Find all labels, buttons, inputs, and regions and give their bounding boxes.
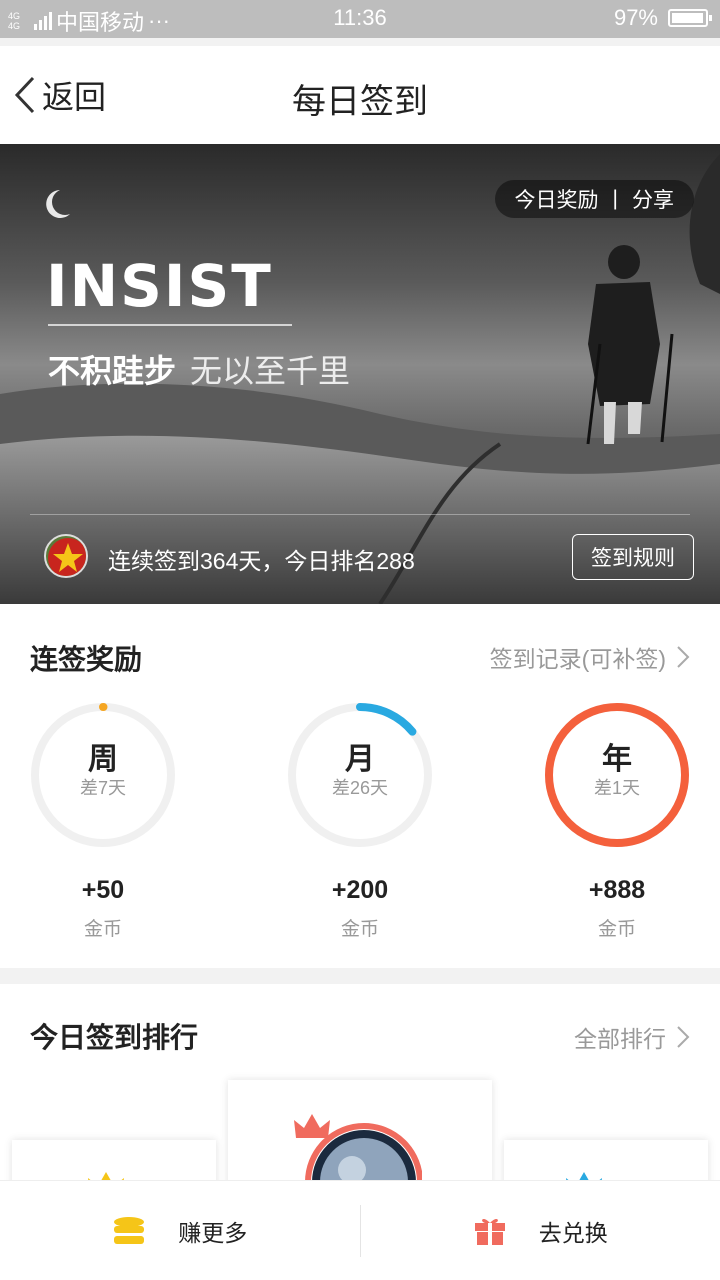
nav-bar: 返回 每日签到 bbox=[0, 46, 720, 144]
banner-headline: INSIST bbox=[46, 252, 273, 320]
bottom-action-bar: 赚更多 去兑换 bbox=[0, 1180, 720, 1280]
streak-rank-text: 连续签到364天，今日排名288 bbox=[108, 548, 415, 574]
reward-amount: +50 bbox=[81, 876, 125, 904]
chevron-right-icon bbox=[677, 646, 690, 668]
reward-unit: 金币 bbox=[597, 919, 636, 940]
record-link-label: 签到记录(可补签) bbox=[489, 646, 666, 672]
earn-more-button[interactable]: 赚更多 bbox=[0, 1181, 360, 1280]
page-title: 每日签到 bbox=[292, 83, 428, 121]
checkin-record-link[interactable]: 签到记录(可补签) bbox=[490, 640, 690, 674]
moon-icon bbox=[46, 190, 70, 218]
section-title: 今日签到排行 bbox=[30, 1022, 199, 1053]
reward-period-label: 月 bbox=[345, 743, 375, 776]
gift-icon bbox=[474, 1218, 505, 1245]
crown-icon bbox=[294, 1114, 330, 1138]
chevron-right-icon bbox=[677, 1026, 690, 1048]
reward-unit: 金币 bbox=[340, 919, 379, 940]
reward-share-pill: 今日奖励 | 分享 bbox=[494, 180, 694, 218]
section-title: 连签奖励 bbox=[30, 644, 143, 675]
status-right: 97% bbox=[613, 5, 712, 31]
checkin-rules-button[interactable]: 签到规则 bbox=[572, 534, 694, 580]
reward-unit: 金币 bbox=[83, 919, 122, 940]
clock: 11:36 bbox=[333, 5, 387, 30]
reward-ring-year[interactable]: 年 差1天 bbox=[542, 700, 692, 850]
reward-remaining: 差1天 bbox=[593, 778, 640, 798]
reward-remaining: 差7天 bbox=[79, 778, 126, 798]
user-badge-avatar bbox=[44, 534, 88, 578]
reward-remaining: 差26天 bbox=[331, 778, 389, 798]
motto-bold: 不积跬步 bbox=[48, 353, 177, 389]
banner-motto: 不积跬步 无以至千里 bbox=[48, 346, 350, 392]
motto-rest: 无以至千里 bbox=[190, 353, 351, 389]
share-link[interactable]: 分享 bbox=[632, 184, 674, 214]
reward-period-label: 周 bbox=[88, 743, 118, 776]
battery-icon bbox=[668, 9, 712, 27]
exchange-label: 去兑换 bbox=[538, 1219, 608, 1246]
checkin-banner: 今日奖励 | 分享 INSIST 不积跬步 无以至千里 连续签到364天，今日排名… bbox=[0, 144, 720, 604]
all-ranking-label: 全部排行 bbox=[574, 1026, 666, 1052]
status-bar: 4G 4G 中国移动 ··· 11:36 97% bbox=[0, 0, 720, 38]
pill-separator: | bbox=[612, 187, 618, 210]
battery-percent: 97% bbox=[613, 5, 658, 30]
reward-ring-week[interactable]: 周 差7天 bbox=[28, 700, 178, 850]
all-ranking-link[interactable]: 全部排行 bbox=[574, 1020, 690, 1054]
earn-more-label: 赚更多 bbox=[178, 1219, 248, 1246]
reward-period-label: 年 bbox=[602, 743, 632, 776]
reward-ring-month[interactable]: 月 差26天 bbox=[285, 700, 435, 850]
coins-icon bbox=[114, 1216, 145, 1244]
headline-underline bbox=[48, 324, 292, 326]
reward-amount: +888 bbox=[588, 876, 646, 904]
reward-amount: +200 bbox=[331, 876, 389, 904]
banner-divider bbox=[30, 514, 690, 515]
today-reward-link[interactable]: 今日奖励 bbox=[515, 184, 599, 214]
streak-rewards-section: 连签奖励 签到记录(可补签) 周 差7天 +50 金币 月 差26天 +200 … bbox=[0, 604, 720, 968]
exchange-button[interactable]: 去兑换 bbox=[361, 1181, 720, 1280]
